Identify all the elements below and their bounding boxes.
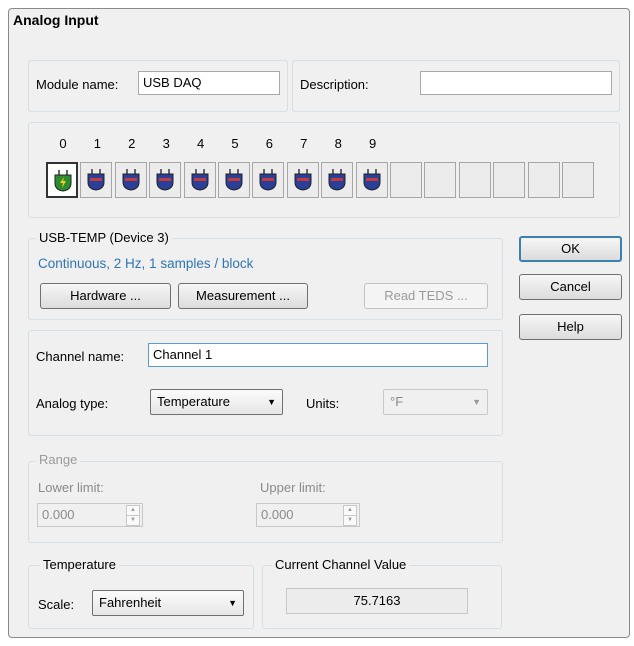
scale-label: Scale: <box>38 597 75 612</box>
channel-number-label: 8 <box>334 136 342 151</box>
module-name-label: Module name: <box>36 77 119 92</box>
channel-number-label: 2 <box>128 136 136 151</box>
channel-slot[interactable] <box>149 162 182 198</box>
spin-down-icon[interactable]: ▼ <box>343 515 357 526</box>
current-value-title: Current Channel Value <box>272 557 410 572</box>
channel-name-label: Channel name: <box>36 349 125 364</box>
channel-slot[interactable] <box>286 162 319 198</box>
channel-slot[interactable] <box>80 162 113 198</box>
channel-plug-icon <box>225 169 243 191</box>
scale-select[interactable]: Fahrenheit ▼ <box>92 590 244 616</box>
upper-limit-label: Upper limit: <box>260 480 326 495</box>
channel-number-label: 5 <box>231 136 239 151</box>
ok-button[interactable]: OK <box>519 236 622 262</box>
channel-plug-icon <box>328 169 346 191</box>
units-select[interactable]: °F ▼ <box>383 389 488 415</box>
spin-down-icon[interactable]: ▼ <box>126 515 140 526</box>
lower-limit-value: 0.000 <box>42 507 75 522</box>
channel-number-label: 6 <box>265 136 273 151</box>
channel-slot-empty[interactable] <box>458 162 491 198</box>
channel-slot[interactable] <box>321 162 354 198</box>
module-name-input[interactable]: USB DAQ <box>138 71 280 95</box>
device-title: USB-TEMP (Device 3) <box>36 230 172 245</box>
analog-type-value: Temperature <box>157 394 230 409</box>
units-value: °F <box>390 394 404 409</box>
upper-limit-value: 0.000 <box>261 507 294 522</box>
channel-plug-icon <box>122 169 140 191</box>
channel-number-label: 9 <box>368 136 377 151</box>
temperature-title: Temperature <box>40 557 119 572</box>
range-title: Range <box>36 452 81 467</box>
channel-plug-icon <box>294 169 312 191</box>
lower-limit-input[interactable]: 0.000 ▲ ▼ <box>37 503 143 527</box>
channel-number-label: 1 <box>93 136 101 151</box>
channel-plug-icon <box>259 169 277 191</box>
scale-value: Fahrenheit <box>99 595 162 610</box>
channel-plug-icon <box>87 169 105 191</box>
channel-number-label: 4 <box>196 136 205 151</box>
read-teds-button[interactable]: Read TEDS ... <box>364 283 488 309</box>
channel-slot[interactable] <box>183 162 216 198</box>
channel-slot-empty[interactable] <box>527 162 560 198</box>
dialog-title: Analog Input <box>13 12 99 28</box>
channel-number-label: 3 <box>162 136 170 151</box>
chevron-down-icon: ▼ <box>228 598 237 608</box>
description-label: Description: <box>300 77 369 92</box>
channel-number-label: 7 <box>300 136 308 151</box>
analog-type-select[interactable]: Temperature ▼ <box>150 389 283 415</box>
channel-number-label: 0 <box>59 136 67 151</box>
channel-slot[interactable] <box>218 162 250 198</box>
lower-limit-label: Lower limit: <box>38 480 104 495</box>
channel-slot[interactable] <box>114 162 147 198</box>
channel-slot[interactable] <box>252 162 285 198</box>
current-value-display: 75.7163 <box>286 588 468 614</box>
range-group <box>28 461 503 543</box>
channel-slot[interactable] <box>46 162 78 198</box>
channel-slot-empty[interactable] <box>493 162 526 198</box>
chevron-down-icon: ▼ <box>472 397 481 407</box>
channel-slot-empty[interactable] <box>390 162 422 198</box>
measurement-button[interactable]: Measurement ... <box>178 283 308 309</box>
channel-plug-icon <box>363 169 381 191</box>
hardware-button[interactable]: Hardware ... <box>40 283 171 309</box>
description-input[interactable] <box>420 71 612 95</box>
channel-name-input[interactable]: Channel 1 <box>148 343 488 367</box>
help-button[interactable]: Help <box>519 314 622 340</box>
channel-slot-empty[interactable] <box>424 162 457 198</box>
channel-plug-icon <box>191 169 209 191</box>
upper-limit-input[interactable]: 0.000 ▲ ▼ <box>256 503 360 527</box>
cancel-button[interactable]: Cancel <box>519 274 622 300</box>
channel-slot-empty[interactable] <box>562 162 594 198</box>
channel-plug-icon <box>156 169 174 191</box>
channel-slot[interactable] <box>355 162 388 198</box>
device-status: Continuous, 2 Hz, 1 samples / block <box>38 256 254 271</box>
chevron-down-icon: ▼ <box>267 397 276 407</box>
active-channel-icon <box>54 170 72 192</box>
analog-type-label: Analog type: <box>36 396 109 411</box>
units-label: Units: <box>306 396 340 411</box>
